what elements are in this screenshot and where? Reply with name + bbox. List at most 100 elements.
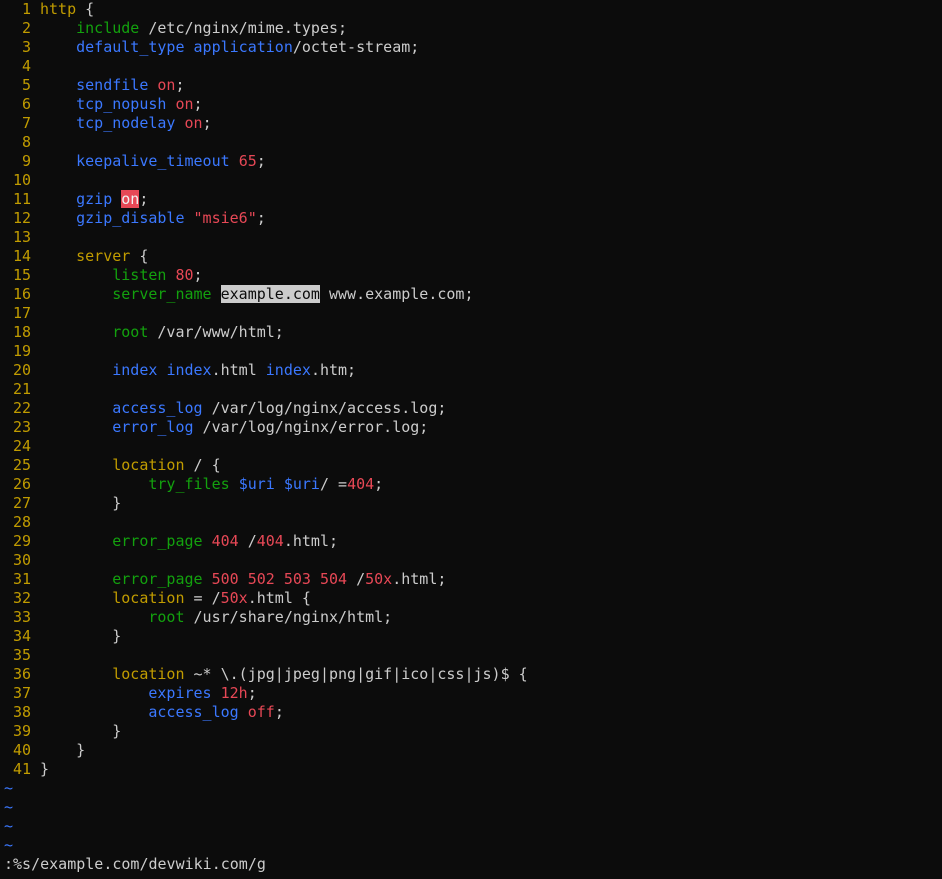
code-line[interactable]: 19 (0, 342, 942, 361)
code-line[interactable]: 31 error_page 500 502 503 504 /50x.html; (0, 570, 942, 589)
code-line[interactable]: 10 (0, 171, 942, 190)
code-line[interactable]: 18 root /var/www/html; (0, 323, 942, 342)
line-number: 1 (21, 0, 31, 18)
code-line[interactable]: 26 try_files $uri $uri/ =404; (0, 475, 942, 494)
empty-line-tilde: ~ (4, 817, 14, 835)
code-token: / { (184, 456, 221, 474)
code-line[interactable]: 16 server_name example.com www.example.c… (0, 285, 942, 304)
code-token: } (40, 722, 122, 740)
code-line[interactable]: 32 location = /50x.html { (0, 589, 942, 608)
code-line[interactable]: 34 } (0, 627, 942, 646)
code-token: $uri (283, 475, 320, 493)
code-line[interactable]: 27 } (0, 494, 942, 513)
line-code: try_files $uri $uri/ =404; (40, 475, 383, 493)
line-number: 12 (12, 209, 31, 227)
line-number: 38 (12, 703, 31, 721)
line-number: 37 (12, 684, 31, 702)
code-line[interactable]: 12 gzip_disable "msie6"; (0, 209, 942, 228)
code-line[interactable]: 17 (0, 304, 942, 323)
code-token: location (112, 456, 185, 474)
code-line[interactable]: 23 error_log /var/log/nginx/error.log; (0, 418, 942, 437)
line-code: index index.html index.htm; (40, 361, 356, 379)
line-number: 39 (12, 722, 31, 740)
command-line-input[interactable]: :%s/example.com/devwiki.com/g (4, 855, 266, 874)
line-number: 19 (12, 342, 31, 360)
code-token: tcp_nopush (76, 95, 167, 113)
code-line[interactable]: 4 (0, 57, 942, 76)
code-line[interactable]: 1 http { (0, 0, 942, 19)
code-line[interactable]: 9 keepalive_timeout 65; (0, 152, 942, 171)
code-token: http (40, 0, 77, 18)
code-token: off (247, 703, 275, 721)
line-code: tcp_nopush on; (40, 95, 202, 113)
empty-line-markers: ~ ~ ~ ~ (0, 779, 942, 855)
line-code: keepalive_timeout 65; (40, 152, 266, 170)
code-line[interactable]: 11 gzip on; (0, 190, 942, 209)
code-line[interactable]: 22 access_log /var/log/nginx/access.log; (0, 399, 942, 418)
line-code: error_log /var/log/nginx/error.log; (40, 418, 428, 436)
code-line[interactable]: 41} (0, 760, 942, 779)
code-line[interactable]: 3 default_type application/octet-stream; (0, 38, 942, 57)
code-line[interactable]: 15 listen 80; (0, 266, 942, 285)
code-line[interactable]: 24 (0, 437, 942, 456)
line-code: root /usr/share/nginx/html; (40, 608, 392, 626)
code-token: } (40, 494, 122, 512)
code-token: root (112, 323, 149, 341)
code-lines[interactable]: 1 http {2 include /etc/nginx/mime.types; 3… (0, 0, 942, 779)
code-line[interactable]: 35 (0, 646, 942, 665)
line-number: 10 (12, 171, 31, 189)
code-token: error_page (112, 532, 203, 550)
code-token: on (175, 95, 194, 113)
editor-buffer[interactable]: 1 http {2 include /etc/nginx/mime.types; 3… (0, 0, 942, 855)
visual-selection: example.com (220, 285, 320, 303)
code-line[interactable]: 2 include /etc/nginx/mime.types; (0, 19, 942, 38)
code-line[interactable]: 8 (0, 133, 942, 152)
code-line[interactable]: 36 location ~* \.(jpg|jpeg|png|gif|ico|c… (0, 665, 942, 684)
code-token: 504 (319, 570, 348, 588)
code-line[interactable]: 30 (0, 551, 942, 570)
code-line[interactable]: 40 } (0, 741, 942, 760)
code-line[interactable]: 20 index index.html index.htm; (0, 361, 942, 380)
code-line[interactable]: 7 tcp_nodelay on; (0, 114, 942, 133)
code-line[interactable]: 37 expires 12h; (0, 684, 942, 703)
code-line[interactable]: 25 location / { (0, 456, 942, 475)
code-line[interactable]: 5 sendfile on; (0, 76, 942, 95)
code-token: ; (256, 152, 266, 170)
code-line[interactable]: 38 access_log off; (0, 703, 942, 722)
empty-line-tilde: ~ (4, 798, 14, 816)
code-token: index (112, 361, 158, 379)
code-line[interactable]: 21 (0, 380, 942, 399)
code-line[interactable]: 39 } (0, 722, 942, 741)
code-token: = / (184, 589, 221, 607)
line-code: listen 80; (40, 266, 202, 284)
code-token: / (347, 570, 366, 588)
code-line[interactable]: 28 (0, 513, 942, 532)
code-token: tcp_nodelay (76, 114, 176, 132)
code-line[interactable]: 13 (0, 228, 942, 247)
code-line[interactable]: 33 root /usr/share/nginx/html; (0, 608, 942, 627)
code-token: ; (247, 684, 257, 702)
line-number: 16 (12, 285, 31, 303)
line-number: 32 (12, 589, 31, 607)
code-line[interactable]: 14 server { (0, 247, 942, 266)
line-number: 30 (12, 551, 31, 569)
code-line[interactable]: 6 tcp_nopush on; (0, 95, 942, 114)
code-line[interactable]: 29 error_page 404 /404.html; (0, 532, 942, 551)
line-code: gzip_disable "msie6"; (40, 209, 266, 227)
code-token: ; (256, 209, 266, 227)
line-number: 41 (12, 760, 31, 778)
